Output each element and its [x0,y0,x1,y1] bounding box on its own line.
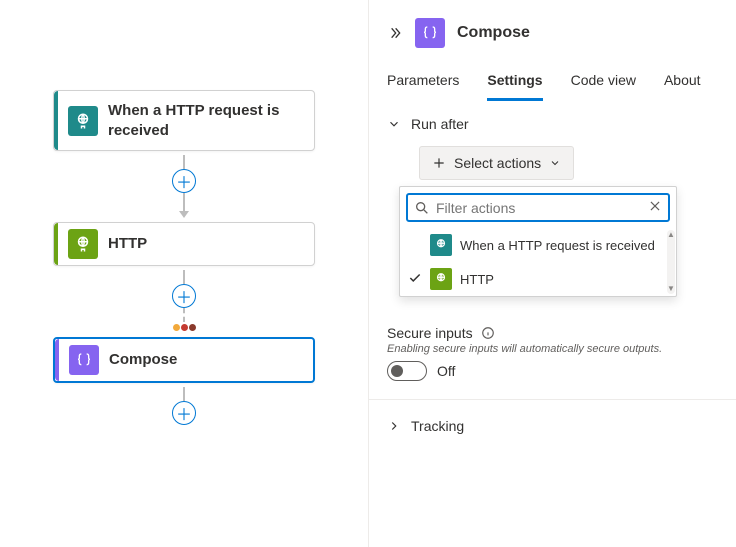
secure-inputs-description: Enabling secure inputs will automaticall… [387,343,718,355]
secure-inputs-section: Secure inputs Enabling secure inputs wil… [369,309,736,400]
tracking-toggle[interactable]: Tracking [369,400,736,452]
dropdown-option-trigger[interactable]: When a HTTP request is received [400,228,666,262]
node-label: HTTP [108,224,314,264]
actions-dropdown: When a HTTP request is received HTTP ▲ ▼ [399,186,677,297]
add-action-button[interactable]: ＋ [172,401,196,425]
node-accent [54,223,58,265]
globe-plug-icon [68,229,98,259]
secure-inputs-toggle[interactable] [387,361,427,381]
node-trigger[interactable]: When a HTTP request is received [53,90,315,151]
braces-icon [69,345,99,375]
add-action-button[interactable]: ＋ [172,284,196,308]
check-icon [408,271,422,288]
filter-actions-search[interactable] [406,193,670,222]
node-label: When a HTTP request is received [108,91,314,150]
globe-plug-icon [68,106,98,136]
scroll-up-icon: ▲ [667,230,675,240]
globe-plug-icon [430,268,452,290]
run-after-section: Run after Select actions When a HTTP [369,102,736,309]
chevron-right-icon [387,419,401,433]
connector: ＋ [0,270,368,333]
tracking-title: Tracking [411,418,464,434]
close-icon [648,199,662,213]
clear-search-button[interactable] [648,199,662,216]
tab-code-view[interactable]: Code view [571,62,636,101]
connector: ＋ [0,387,368,425]
dropdown-option-label: HTTP [460,272,494,287]
run-after-title: Run after [411,116,469,132]
workflow-canvas: When a HTTP request is received ＋ HTTP ＋… [0,0,368,547]
node-accent [55,339,59,381]
connector: ＋ [0,155,368,218]
node-http[interactable]: HTTP [53,222,315,266]
panel-title: Compose [457,24,530,42]
secure-inputs-label: Secure inputs [387,325,473,341]
plus-icon [432,156,446,170]
dropdown-scrollbar[interactable]: ▲ ▼ [667,230,675,294]
tab-bar: Parameters Settings Code view About [369,62,736,102]
globe-plug-icon [430,234,452,256]
scroll-down-icon: ▼ [667,284,675,294]
run-after-status-dots [173,324,196,331]
select-actions-button[interactable]: Select actions [419,146,574,180]
node-compose[interactable]: Compose [53,337,315,383]
tab-about[interactable]: About [664,62,701,101]
dropdown-option-label: When a HTTP request is received [460,238,655,253]
info-icon[interactable] [481,326,495,340]
dropdown-option-http[interactable]: HTTP [400,262,666,296]
collapse-panel-button[interactable] [387,25,403,41]
add-action-button[interactable]: ＋ [172,169,196,193]
tab-settings[interactable]: Settings [487,62,542,101]
select-actions-label: Select actions [454,155,541,171]
filter-actions-input[interactable] [436,200,642,216]
tab-parameters[interactable]: Parameters [387,62,459,101]
secure-inputs-state: Off [437,363,455,379]
search-icon [414,200,430,216]
details-panel: Compose Parameters Settings Code view Ab… [368,0,736,547]
braces-icon [415,18,445,48]
chevron-down-icon [549,157,561,169]
panel-header: Compose [369,0,736,62]
node-label: Compose [109,340,313,380]
chevron-down-icon [387,117,401,131]
run-after-toggle[interactable]: Run after [387,116,718,132]
chevron-double-right-icon [387,25,403,41]
node-accent [54,91,58,150]
